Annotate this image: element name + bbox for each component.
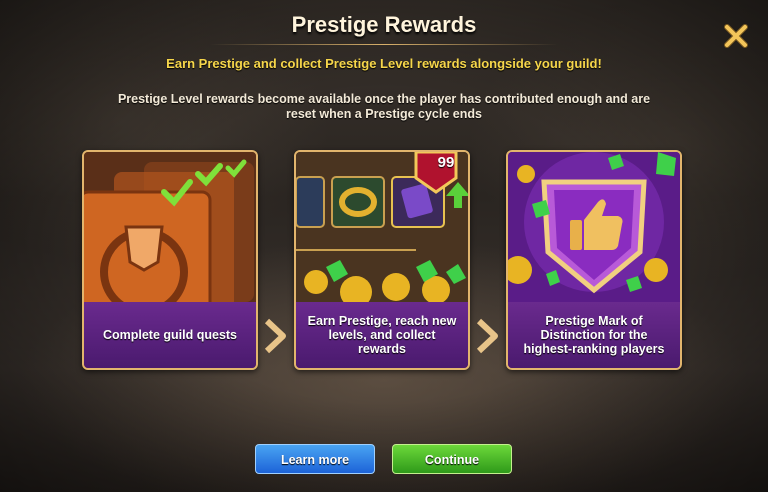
step-caption: Earn Prestige, reach new levels, and col…	[296, 302, 468, 368]
chevron-right-icon	[264, 318, 286, 354]
step-card-earn-prestige: 99 Earn Prestige, reach new levels, and …	[294, 150, 470, 370]
chevron-right-icon	[476, 318, 498, 354]
step-card-prestige-mark: Prestige Mark of Distinction for the hig…	[506, 150, 682, 370]
reward-items-illustration	[296, 152, 468, 302]
dialog-subtitle: Earn Prestige and collect Prestige Level…	[166, 56, 602, 71]
prestige-mark-illustration	[508, 152, 680, 302]
coin-icon	[517, 165, 535, 183]
step-caption: Prestige Mark of Distinction for the hig…	[508, 302, 680, 368]
step-card-guild-quests: Complete guild quests	[82, 150, 258, 370]
dialog-title: Prestige Rewards	[291, 12, 477, 37]
coin-icon	[644, 258, 668, 282]
title-divider	[210, 44, 558, 45]
level-badge-value: 99	[437, 154, 455, 171]
close-x-icon	[724, 24, 748, 48]
dialog-description: Prestige Level rewards become available …	[117, 92, 651, 121]
learn-more-button[interactable]: Learn more	[255, 444, 375, 474]
close-button[interactable]	[722, 22, 750, 50]
step-caption: Complete guild quests	[84, 302, 256, 368]
guild-quest-cards-illustration	[84, 152, 256, 302]
continue-button[interactable]: Continue	[392, 444, 512, 474]
